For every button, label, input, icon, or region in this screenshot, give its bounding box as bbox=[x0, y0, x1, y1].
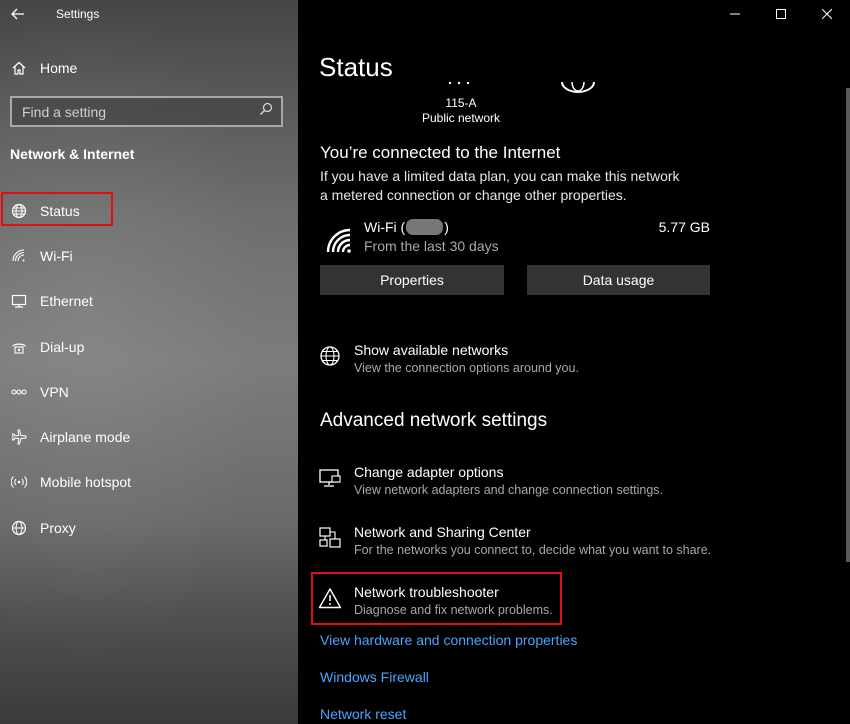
sidebar-item-label: Proxy bbox=[40, 519, 76, 536]
windows-firewall-link[interactable]: Windows Firewall bbox=[320, 669, 429, 685]
sharing-center-description: For the networks you connect to, decide … bbox=[354, 543, 712, 557]
home-icon bbox=[9, 58, 29, 78]
sidebar-item-proxy[interactable]: Proxy bbox=[0, 505, 298, 550]
network-troubleshooter[interactable]: Network troubleshooter Diagnose and fix … bbox=[318, 584, 738, 628]
wifi-signal-icon bbox=[325, 227, 353, 258]
sidebar-item-status[interactable]: Status bbox=[0, 188, 298, 233]
wifi-data-usage: 5.77 GB bbox=[658, 219, 710, 235]
sidebar-item-label: Mobile hotspot bbox=[40, 474, 132, 491]
globe-partial-icon bbox=[561, 81, 595, 93]
status-highlight-box bbox=[1, 192, 113, 226]
maximize-button[interactable] bbox=[758, 0, 804, 28]
sidebar-item-mobile-hotspot[interactable]: Mobile hotspot bbox=[0, 460, 298, 505]
dialup-icon bbox=[9, 337, 29, 357]
globe-network-icon bbox=[318, 344, 342, 368]
wifi-usage-row: Wi-Fi () From the last 30 days 5.77 GB bbox=[322, 217, 712, 261]
vpn-icon bbox=[9, 382, 29, 402]
search-icon[interactable] bbox=[259, 102, 273, 121]
show-networks-title: Show available networks bbox=[354, 342, 509, 358]
hotspot-icon bbox=[9, 472, 29, 492]
network-name: 115-A bbox=[445, 96, 477, 110]
connection-status-description: If you have a limited data plan, you can… bbox=[320, 168, 680, 203]
redacted-ssid bbox=[406, 219, 444, 235]
adapter-icon bbox=[318, 466, 342, 490]
sidebar-item-wifi[interactable]: Wi-Fi bbox=[0, 233, 298, 278]
adapter-options-description: View network adapters and change connect… bbox=[354, 483, 663, 497]
search-box[interactable] bbox=[10, 96, 283, 127]
network-reset-link[interactable]: Network reset bbox=[320, 706, 406, 722]
wifi-usage-period: From the last 30 days bbox=[364, 238, 499, 254]
sharing-center-icon bbox=[318, 526, 342, 550]
app-title: Settings bbox=[56, 7, 100, 21]
sidebar-item-vpn[interactable]: VPN bbox=[0, 369, 298, 414]
sidebar-item-label: Dial-up bbox=[40, 338, 85, 355]
sidebar-item-airplane-mode[interactable]: Airplane mode bbox=[0, 414, 298, 459]
troubleshooter-title: Network troubleshooter bbox=[354, 584, 499, 600]
maximize-icon bbox=[776, 9, 786, 19]
back-button[interactable] bbox=[2, 0, 34, 28]
sidebar-item-ethernet[interactable]: Ethernet bbox=[0, 279, 298, 324]
sidebar-item-label: Airplane mode bbox=[40, 429, 131, 446]
home-nav-item[interactable]: Home bbox=[0, 50, 298, 86]
data-usage-button[interactable]: Data usage bbox=[527, 265, 710, 295]
wifi-name: Wi-Fi () bbox=[364, 219, 449, 235]
wifi-name-suffix: ) bbox=[444, 219, 449, 235]
window-controls bbox=[712, 0, 850, 28]
sidebar-item-label: Wi-Fi bbox=[40, 247, 73, 264]
nav-list: Status Wi-Fi Ethernet Dial-up VPN Airpla… bbox=[0, 188, 298, 550]
adapter-options-title: Change adapter options bbox=[354, 464, 504, 480]
properties-button[interactable]: Properties bbox=[320, 265, 504, 295]
titlebar-left: Settings bbox=[0, 0, 298, 28]
sidebar-item-label: VPN bbox=[40, 383, 69, 400]
network-type: Public network bbox=[421, 111, 501, 125]
minimize-icon bbox=[730, 13, 740, 15]
view-hardware-properties-link[interactable]: View hardware and connection properties bbox=[320, 632, 577, 648]
change-adapter-options[interactable]: Change adapter options View network adap… bbox=[318, 464, 738, 508]
proxy-globe-icon bbox=[9, 518, 29, 538]
home-label: Home bbox=[40, 60, 78, 76]
warning-icon bbox=[318, 586, 342, 610]
sharing-center-title: Network and Sharing Center bbox=[354, 524, 531, 540]
wifi-icon bbox=[9, 246, 29, 266]
back-arrow-icon bbox=[11, 8, 24, 20]
show-available-networks[interactable]: Show available networks View the connect… bbox=[318, 342, 738, 386]
section-title: Network & Internet bbox=[10, 146, 135, 162]
network-sharing-center[interactable]: Network and Sharing Center For the netwo… bbox=[318, 524, 738, 568]
advanced-settings-title: Advanced network settings bbox=[320, 410, 548, 431]
search-input[interactable] bbox=[22, 103, 242, 120]
show-networks-description: View the connection options around you. bbox=[354, 361, 579, 375]
close-icon bbox=[822, 9, 832, 19]
minimize-button[interactable] bbox=[712, 0, 758, 28]
main-content: Status 115-A Public network You’re conne… bbox=[298, 0, 850, 724]
troubleshooter-description: Diagnose and fix network problems. bbox=[354, 603, 553, 617]
ethernet-icon bbox=[9, 291, 29, 311]
close-button[interactable] bbox=[804, 0, 850, 28]
network-diagram-icon bbox=[448, 81, 470, 85]
airplane-icon bbox=[9, 427, 29, 447]
connection-status-title: You’re connected to the Internet bbox=[320, 143, 561, 162]
sidebar-item-label: Ethernet bbox=[40, 293, 93, 310]
page-title: Status bbox=[319, 52, 393, 82]
scrollbar[interactable] bbox=[846, 88, 850, 562]
sidebar: Settings Home Network & Internet bbox=[0, 0, 298, 724]
sidebar-item-dialup[interactable]: Dial-up bbox=[0, 324, 298, 369]
wifi-name-prefix: Wi-Fi ( bbox=[364, 219, 406, 235]
